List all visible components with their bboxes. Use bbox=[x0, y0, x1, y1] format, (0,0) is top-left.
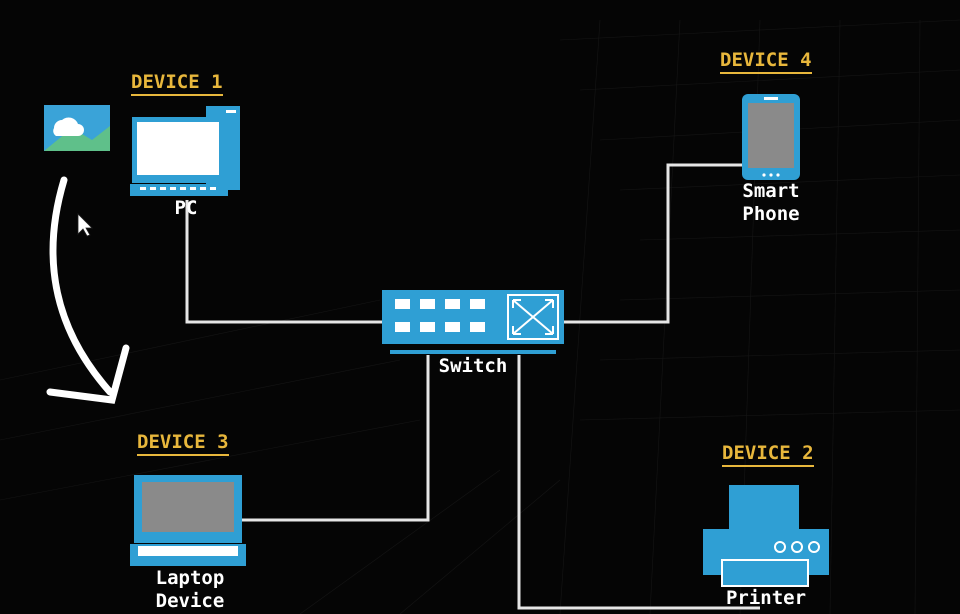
device-3-tag: DEVICE 3 bbox=[137, 431, 229, 456]
laptop-label-line2: Device bbox=[155, 590, 225, 612]
cable-switch-laptop bbox=[242, 355, 430, 522]
device-4-tag: DEVICE 4 bbox=[720, 49, 812, 74]
laptop-label-line1: Laptop bbox=[155, 567, 225, 589]
network-diagram: DEVICE 1 DEVICE 4 DEVICE 3 DEVICE 2 PC S… bbox=[0, 0, 960, 614]
cursor-icon bbox=[77, 213, 93, 237]
smartphone-icon bbox=[742, 94, 800, 180]
cable-pc-switch bbox=[185, 200, 384, 324]
printer-label: Printer bbox=[725, 587, 807, 609]
cables bbox=[185, 163, 770, 610]
smartphone-label-line2: Phone bbox=[742, 203, 800, 225]
pc-label: PC bbox=[174, 197, 198, 219]
pc-icon bbox=[130, 106, 240, 196]
image-icon bbox=[44, 105, 110, 151]
printer-icon bbox=[703, 485, 829, 587]
switch-icon bbox=[382, 290, 564, 354]
laptop-icon bbox=[130, 475, 246, 566]
switch-label: Switch bbox=[438, 355, 508, 377]
device-2-tag: DEVICE 2 bbox=[722, 442, 814, 467]
device-1-tag: DEVICE 1 bbox=[131, 71, 223, 96]
smartphone-label-line1: Smart bbox=[742, 180, 800, 202]
